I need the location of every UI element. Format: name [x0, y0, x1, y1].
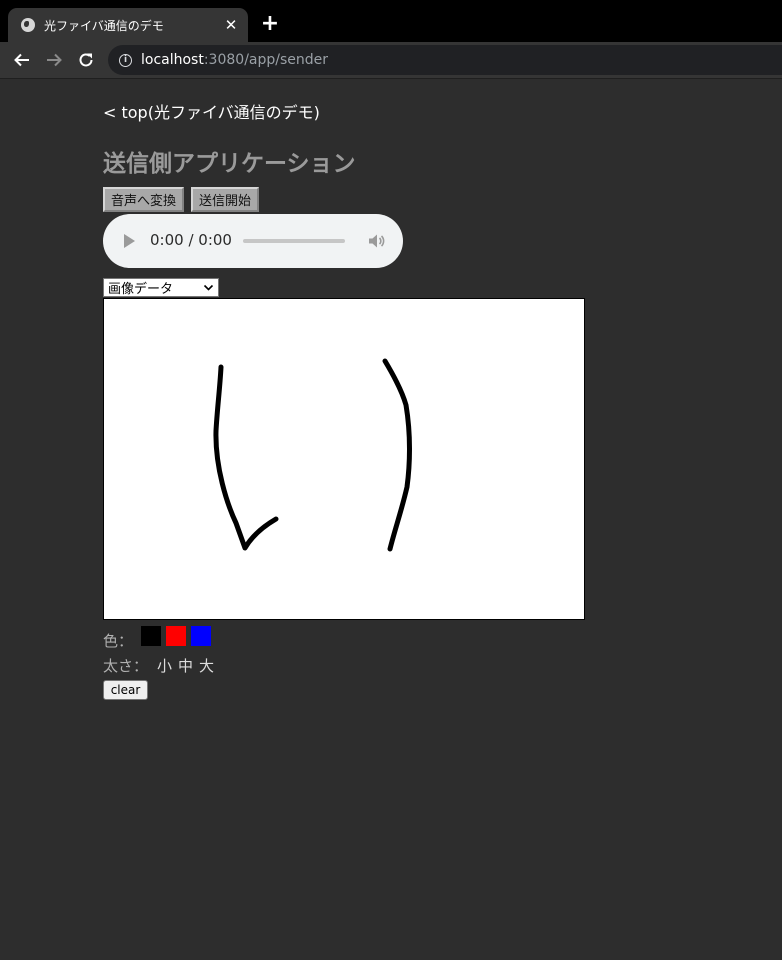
browser-toolbar: i localhost:3080/app/sender	[0, 42, 782, 79]
select-value: 画像データ	[108, 282, 174, 297]
volume-icon[interactable]	[367, 232, 385, 254]
audio-progress-bar[interactable]	[243, 239, 345, 243]
back-arrow-icon[interactable]	[11, 49, 33, 71]
convert-to-audio-button[interactable]: 音声へ変換	[103, 187, 185, 212]
plus-icon[interactable]: +	[259, 11, 281, 36]
tab-title: 光ファイバ通信のデモ	[44, 18, 164, 33]
audio-player: 0:00 / 0:00	[103, 214, 403, 268]
size-small[interactable]: 小	[157, 655, 172, 676]
tab-strip: 光ファイバ通信のデモ ✕ +	[0, 0, 782, 42]
color-swatch-red[interactable]	[166, 626, 186, 646]
stroke-right	[382, 358, 412, 552]
start-send-button[interactable]: 送信開始	[191, 187, 260, 212]
color-label: 色：	[103, 632, 134, 650]
browser-tab[interactable]: 光ファイバ通信のデモ ✕	[8, 8, 248, 42]
globe-icon	[21, 18, 35, 32]
forward-arrow-icon[interactable]	[43, 49, 65, 71]
reload-icon[interactable]	[75, 49, 97, 71]
info-icon[interactable]: i	[119, 53, 132, 67]
url-host: localhost	[141, 52, 204, 68]
url-text: localhost:3080/app/sender	[141, 52, 328, 68]
address-bar[interactable]: i localhost:3080/app/sender	[108, 45, 782, 75]
color-swatch-blue[interactable]	[191, 626, 211, 646]
back-to-top-link[interactable]: < top(光ファイバ通信のデモ)	[103, 99, 320, 123]
page-title: 送信側アプリケーション	[103, 151, 356, 177]
audio-time: 0:00 / 0:00	[150, 231, 232, 249]
drawing-strokes	[213, 358, 412, 552]
close-icon[interactable]: ✕	[222, 16, 240, 34]
chevron-down-icon	[203, 282, 214, 297]
play-icon[interactable]	[124, 234, 135, 248]
size-medium[interactable]: 中	[178, 655, 193, 676]
drawing-canvas[interactable]	[103, 298, 585, 620]
stroke-left	[213, 364, 279, 551]
color-swatch-black[interactable]	[141, 626, 161, 646]
size-large[interactable]: 大	[199, 655, 214, 676]
data-type-select[interactable]: 画像データ	[103, 278, 219, 297]
url-path: :3080/app/sender	[203, 52, 329, 68]
clear-button[interactable]: clear	[103, 680, 148, 700]
size-label: 太さ：	[103, 657, 149, 675]
